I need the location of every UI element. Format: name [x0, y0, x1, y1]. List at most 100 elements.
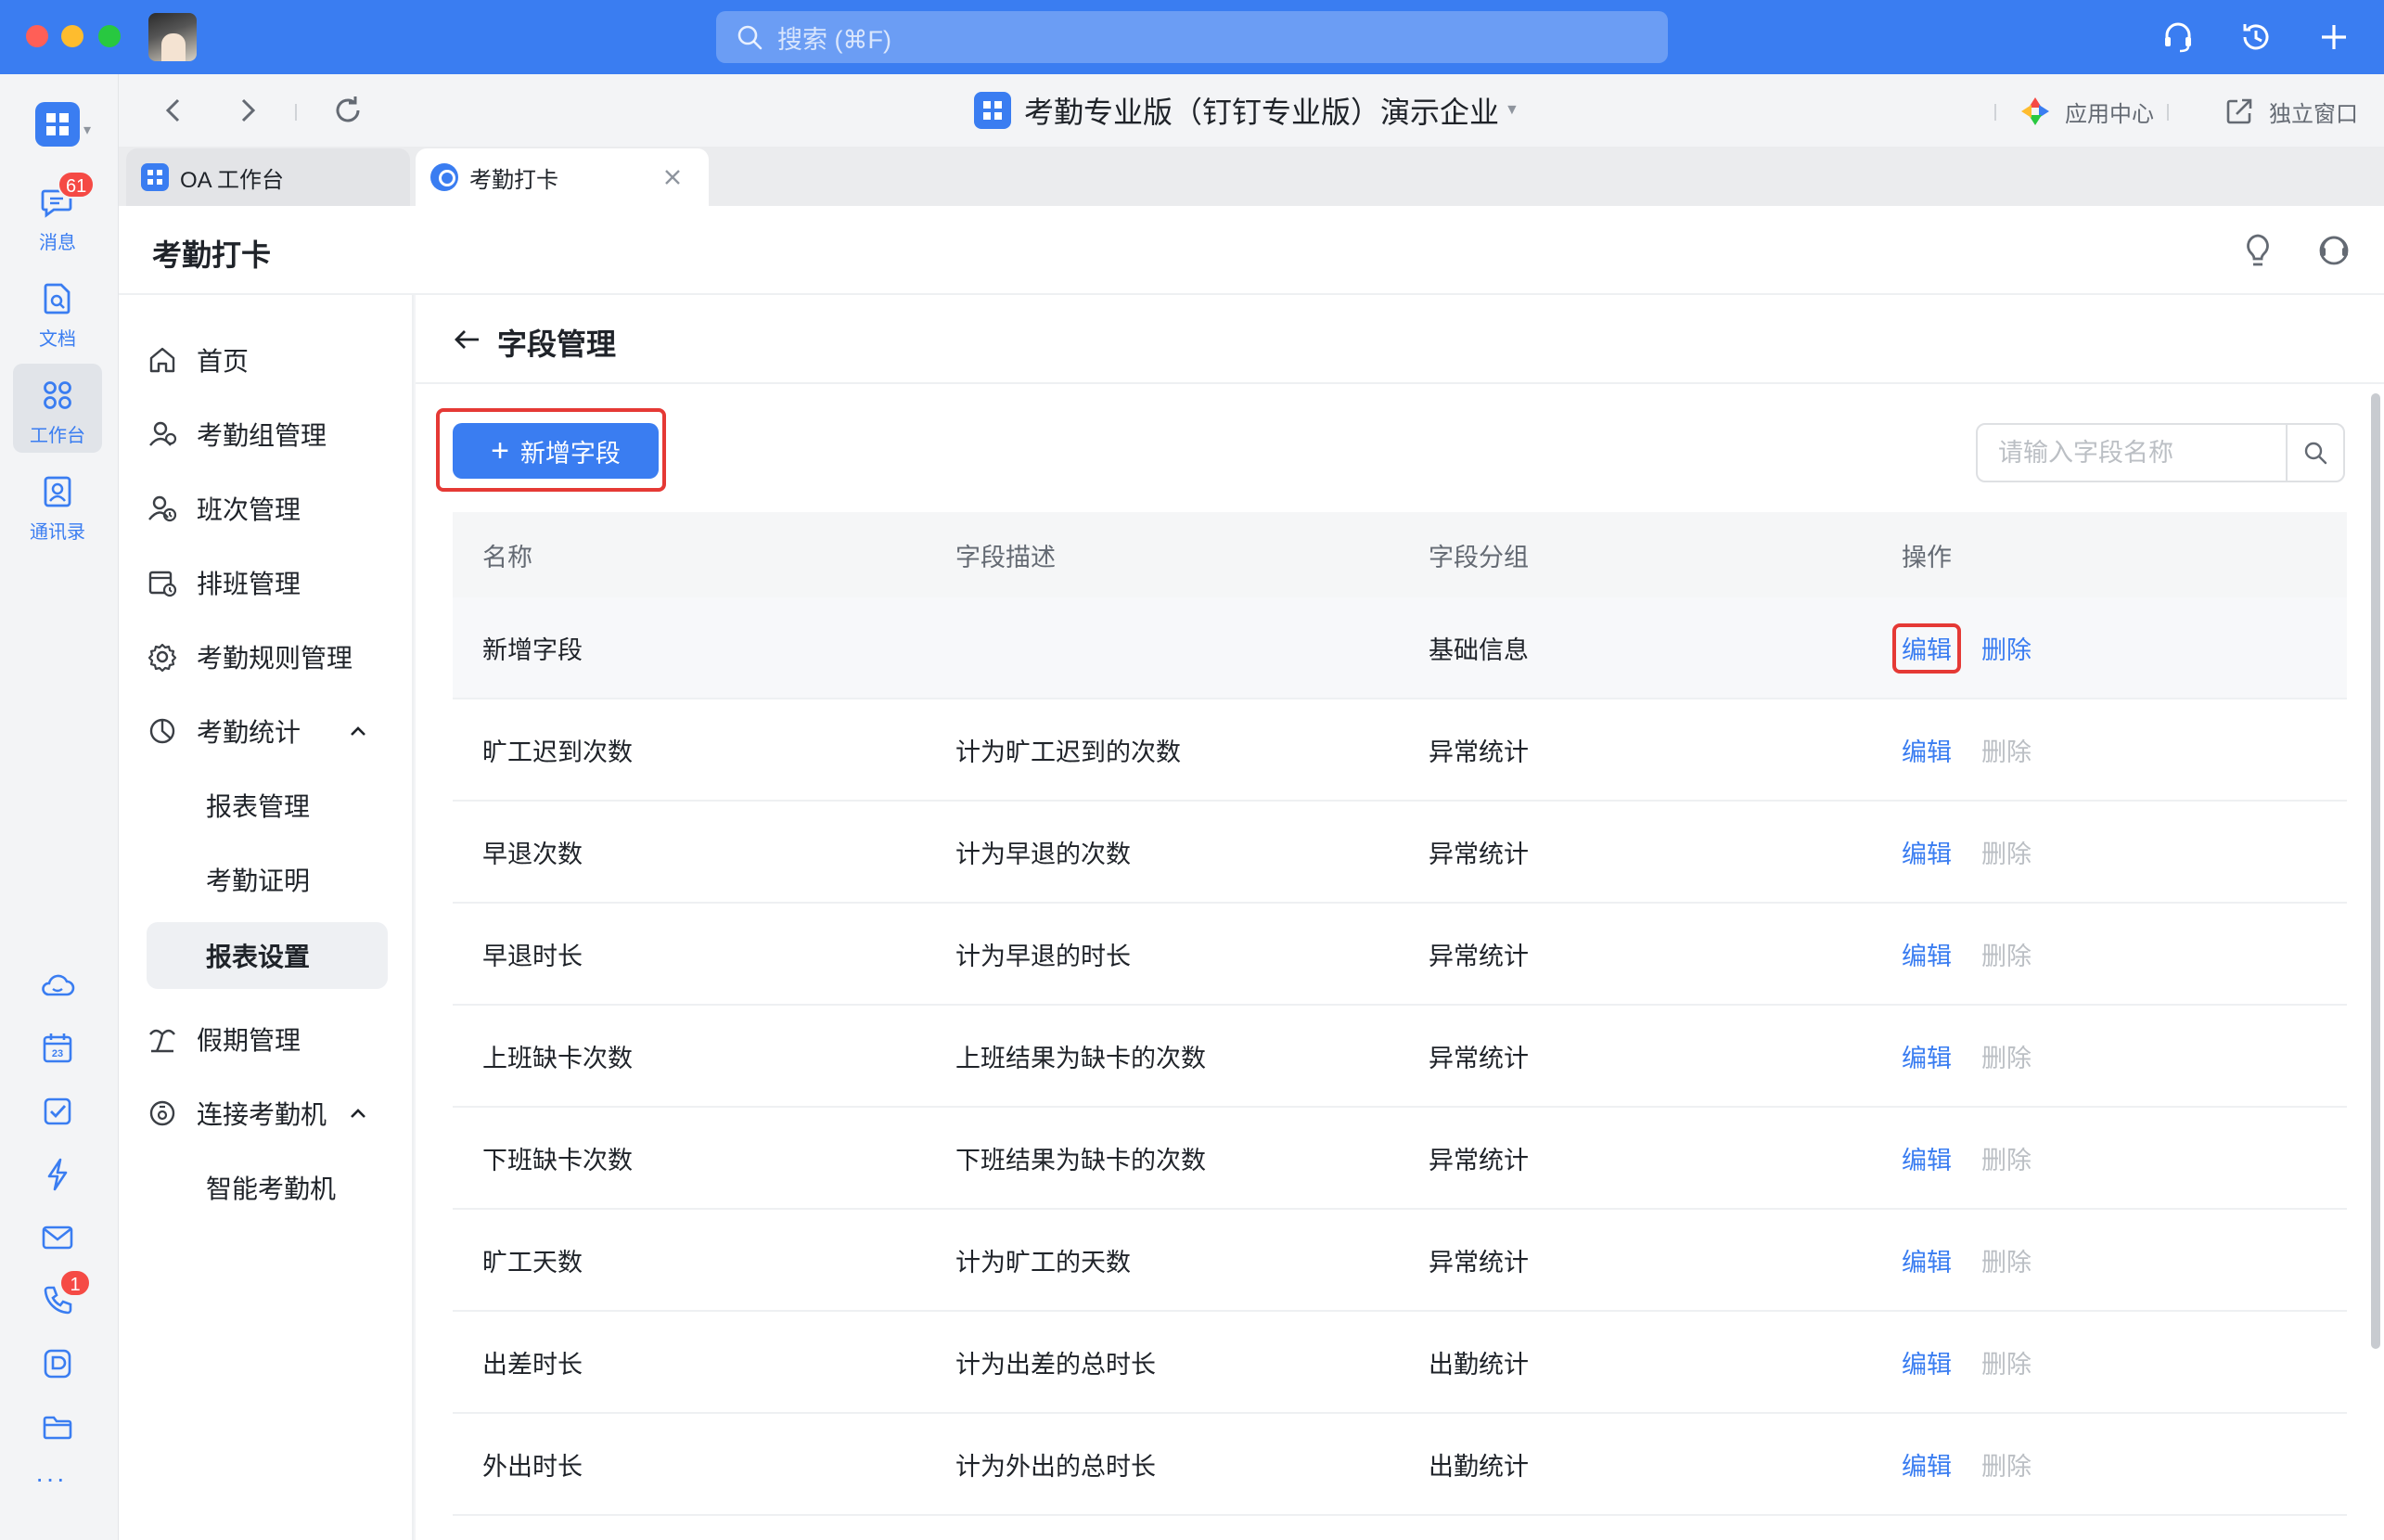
global-search[interactable]: 搜索 (⌘F): [716, 11, 1668, 63]
ding-icon[interactable]: [39, 1345, 76, 1382]
cell-group: 出勤统计: [1429, 1452, 1529, 1481]
field-search-button[interactable]: [2286, 425, 2343, 481]
call-badge: 1: [59, 1269, 91, 1297]
edit-link[interactable]: 编辑: [1902, 1242, 1952, 1278]
customer-service-icon[interactable]: [2314, 230, 2354, 271]
rail-item-messages[interactable]: 消息 61: [13, 171, 102, 260]
external-window-icon: [2226, 98, 2252, 124]
nav-divider: [295, 104, 297, 121]
org-switcher[interactable]: 考勤专业版（钉钉专业版）演示企业 ▼: [974, 87, 1519, 134]
table-row: 出差时长 计为出差的总时长 出勤统计 编辑 删除: [453, 1312, 2347, 1414]
org-app-icon: [974, 92, 1011, 129]
edit-link[interactable]: 编辑: [1902, 1140, 1952, 1176]
cell-group: 异常统计: [1429, 1044, 1529, 1072]
menu-item-schedule-mgmt[interactable]: 排班管理: [147, 551, 388, 614]
nav-divider: [2167, 104, 2169, 121]
cloud-icon[interactable]: [39, 967, 76, 1004]
menu-item-group-mgmt[interactable]: 考勤组管理: [147, 403, 388, 466]
contacts-icon: [44, 476, 71, 507]
palm-tree-icon: [149, 1029, 175, 1053]
headset-icon[interactable]: [2160, 19, 2197, 56]
edit-link[interactable]: 编辑: [1902, 630, 1952, 666]
forward-icon[interactable]: [230, 93, 265, 128]
edit-link[interactable]: 编辑: [1902, 732, 1952, 768]
more-icon[interactable]: ···: [35, 1464, 67, 1494]
menu-sub-smart-device[interactable]: 智能考勤机: [147, 1154, 388, 1221]
cell-name: 早退次数: [482, 840, 583, 868]
column-header-actions: 操作: [1902, 543, 1952, 571]
delete-link[interactable]: 删除: [1981, 630, 2032, 666]
lightbulb-icon[interactable]: [2237, 230, 2278, 271]
rail-label-docs: 文档: [39, 329, 76, 350]
apps-grid-icon: [44, 381, 71, 409]
tab-oa-workbench[interactable]: OA 工作台: [126, 148, 410, 206]
plus-icon[interactable]: [2315, 19, 2352, 56]
cell-group: 异常统计: [1429, 1146, 1529, 1174]
table-row: 下班缺卡次数 下班结果为缺卡的次数 异常统计 编辑 删除: [453, 1108, 2347, 1210]
title-bar: 搜索 (⌘F): [0, 0, 2384, 74]
rail-item-contacts[interactable]: 通讯录: [13, 460, 102, 549]
home-icon: [149, 347, 175, 373]
cell-desc: 计为出差的总时长: [955, 1350, 1156, 1379]
rail-item-docs[interactable]: 文档: [13, 267, 102, 356]
chevron-up-icon[interactable]: [347, 1102, 369, 1124]
menu-item-rule-mgmt[interactable]: 考勤规则管理: [147, 625, 388, 688]
rail-label-messages: 消息: [39, 233, 76, 253]
edit-link[interactable]: 编辑: [1902, 1344, 1952, 1380]
menu-item-home[interactable]: 首页: [147, 328, 388, 391]
menu-label: 假期管理: [197, 1026, 301, 1055]
lightning-icon[interactable]: [39, 1156, 76, 1193]
menu-item-device[interactable]: 连接考勤机: [147, 1082, 388, 1145]
standalone-window-link[interactable]: 独立窗口: [2223, 93, 2358, 130]
history-icon[interactable]: [2237, 19, 2275, 56]
tab-attendance[interactable]: 考勤打卡: [416, 148, 709, 206]
table-row: 旷工迟到次数 计为旷工迟到的次数 异常统计 编辑 删除: [453, 699, 2347, 802]
tab-label: 考勤打卡: [469, 167, 558, 193]
user-avatar[interactable]: [148, 13, 197, 61]
menu-sub-attendance-proof[interactable]: 考勤证明: [147, 846, 388, 913]
workspace-switcher[interactable]: [35, 102, 80, 147]
delete-link-disabled: 删除: [1981, 738, 2032, 766]
edit-link[interactable]: 编辑: [1902, 834, 1952, 870]
rail-label-workbench: 工作台: [30, 426, 85, 446]
todo-check-icon[interactable]: [39, 1093, 76, 1130]
menu-item-shift-mgmt[interactable]: 班次管理: [147, 477, 388, 540]
refresh-icon[interactable]: [330, 93, 365, 128]
cell-name: 早退时长: [482, 942, 583, 970]
add-field-button[interactable]: + 新增字段: [453, 423, 659, 479]
arrow-left-icon[interactable]: [451, 323, 484, 356]
edit-link[interactable]: 编辑: [1902, 1446, 1952, 1482]
close-window-button[interactable]: [26, 25, 48, 47]
back-icon[interactable]: [156, 93, 191, 128]
shift-user-icon: [148, 495, 177, 522]
scrollbar-thumb[interactable]: [2371, 393, 2380, 1349]
chevron-up-icon[interactable]: [347, 720, 369, 742]
calendar-icon[interactable]: 23: [39, 1030, 76, 1067]
rail-item-workbench[interactable]: 工作台: [13, 364, 102, 453]
cell-group: 异常统计: [1429, 942, 1529, 970]
delete-link-disabled: 删除: [1981, 942, 2032, 970]
mail-icon[interactable]: [39, 1219, 76, 1256]
app-center-link[interactable]: 应用中心: [2019, 93, 2154, 130]
minimize-window-button[interactable]: [61, 25, 83, 47]
edit-link[interactable]: 编辑: [1902, 936, 1952, 972]
menu-item-holiday-mgmt[interactable]: 假期管理: [147, 1007, 388, 1071]
menu-sub-report-settings[interactable]: 报表设置: [147, 922, 388, 989]
table-row: 旷工天数 计为旷工的天数 异常统计 编辑 删除: [453, 1210, 2347, 1312]
table-row: 新增字段 基础信息 编辑 删除: [453, 597, 2347, 699]
folder-icon[interactable]: [39, 1408, 76, 1445]
field-table: 名称 字段描述 字段分组 操作 新增字段 基础信息 编辑 删除 旷工迟到次数 计…: [453, 512, 2347, 1516]
cell-desc: 计为早退的时长: [955, 942, 1131, 970]
close-icon[interactable]: [662, 167, 683, 187]
column-header-name: 名称: [482, 543, 532, 571]
menu-sub-report-mgmt[interactable]: 报表管理: [147, 772, 388, 839]
menu-item-stats[interactable]: 考勤统计: [147, 699, 388, 763]
cell-group: 异常统计: [1429, 840, 1529, 868]
maximize-window-button[interactable]: [98, 25, 121, 47]
cell-name: 旷工迟到次数: [482, 738, 633, 766]
edit-link[interactable]: 编辑: [1902, 1038, 1952, 1074]
cell-name: 出差时长: [482, 1350, 583, 1379]
cell-group: 基础信息: [1429, 635, 1529, 664]
location-pin-icon: [430, 163, 458, 191]
field-search-input[interactable]: [1978, 425, 2288, 481]
